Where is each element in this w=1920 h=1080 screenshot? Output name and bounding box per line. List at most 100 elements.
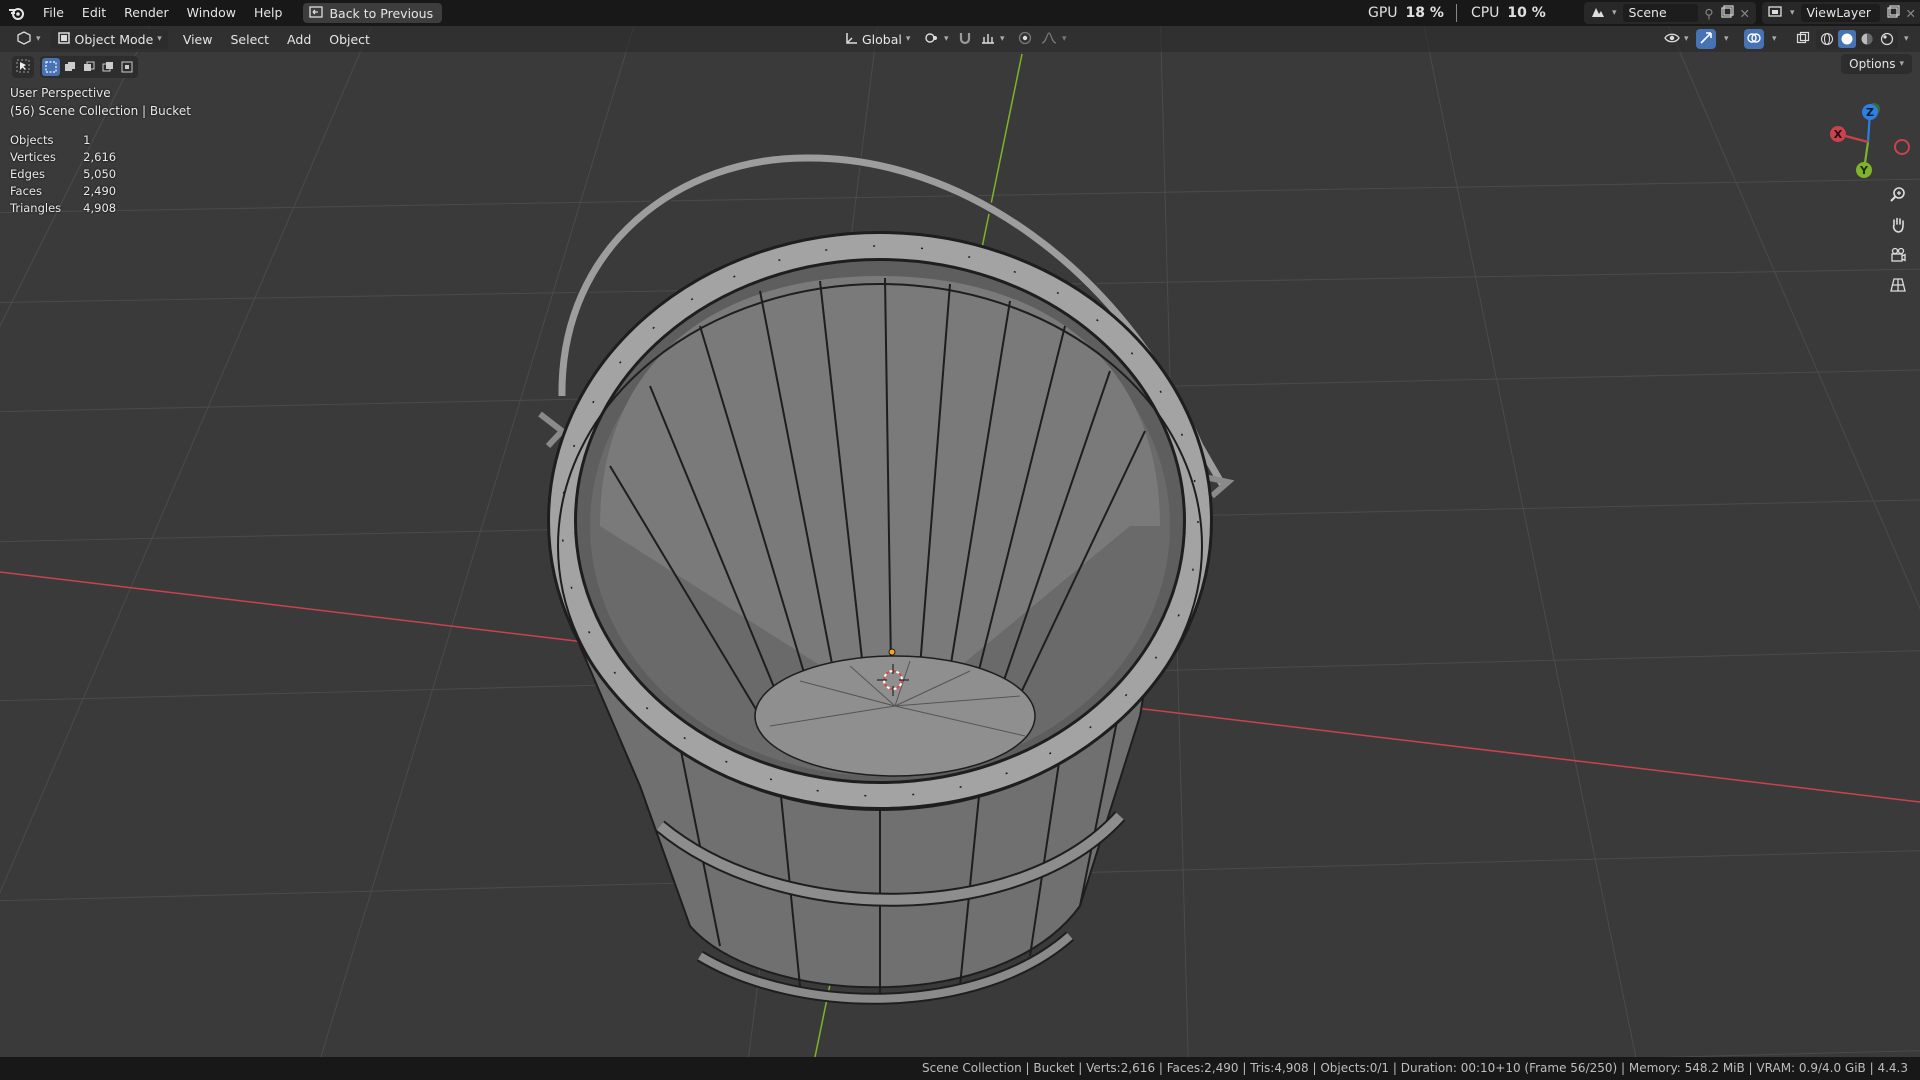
- chevron-down-icon: ▾: [944, 34, 949, 44]
- camera-view-tool[interactable]: [1884, 242, 1912, 270]
- shading-options-dropdown[interactable]: ▾: [1898, 29, 1915, 49]
- chevron-down-icon: ▾: [1684, 34, 1689, 44]
- scene-name-field[interactable]: Scene: [1622, 4, 1699, 22]
- cpu-label: CPU: [1470, 5, 1500, 21]
- select-invert-icon[interactable]: [99, 58, 117, 76]
- select-tool-button[interactable]: [12, 56, 34, 78]
- object-mode-dropdown[interactable]: Object Mode ▾: [50, 29, 168, 49]
- editor-type-button[interactable]: ▾: [10, 29, 47, 49]
- menu-view[interactable]: View: [174, 32, 222, 47]
- viewport-scene[interactable]: [0, 26, 1920, 1057]
- stat-value: 5,050: [83, 167, 117, 181]
- gizmo-x-axis[interactable]: X: [1830, 126, 1846, 142]
- stat-row: Edges 5,050: [10, 166, 116, 183]
- select-subtract-icon[interactable]: [80, 58, 98, 76]
- snap-increment-icon: [980, 31, 996, 48]
- snap-target-dropdown[interactable]: ▾: [974, 29, 1011, 49]
- xray-icon: [1796, 31, 1810, 48]
- back-to-previous-button[interactable]: Back to Previous: [303, 3, 443, 23]
- menu-edit[interactable]: Edit: [73, 0, 115, 26]
- scene-selector[interactable]: ▾ Scene ⚲ ✕: [1584, 2, 1756, 24]
- select-intersect-icon[interactable]: [118, 58, 136, 76]
- chevron-down-icon: ▾: [1904, 34, 1909, 44]
- magnet-icon: [958, 31, 972, 48]
- stat-value: 1: [83, 133, 91, 147]
- new-scene-icon[interactable]: [1720, 4, 1734, 22]
- solid-shading-icon[interactable]: [1838, 30, 1856, 48]
- xray-toggle[interactable]: [1790, 29, 1816, 49]
- blender-logo-icon[interactable]: [0, 0, 34, 26]
- chevron-down-icon: ▾: [1899, 59, 1904, 69]
- falloff-dropdown[interactable]: ▾: [1034, 29, 1073, 49]
- rendered-shading-icon[interactable]: [1878, 32, 1896, 46]
- zoom-tool[interactable]: [1884, 182, 1912, 210]
- stat-value: 2,616: [83, 150, 117, 164]
- hand-icon: [1889, 216, 1907, 237]
- gizmo-z-axis[interactable]: Z: [1862, 104, 1878, 120]
- proportional-edit-icon: [1018, 31, 1032, 48]
- collection-label: (56) Scene Collection | Bucket: [10, 104, 191, 118]
- gpu-label: GPU: [1368, 5, 1398, 21]
- overlays-toggle[interactable]: [1744, 29, 1764, 49]
- perspective-toggle-tool[interactable]: [1884, 272, 1912, 300]
- delete-view-layer-icon[interactable]: ✕: [1906, 6, 1916, 21]
- shading-mode-group: [1816, 29, 1898, 49]
- stat-label: Edges: [10, 167, 45, 181]
- stat-value: 2,490: [83, 184, 117, 198]
- tool-settings-row: [12, 56, 138, 78]
- chevron-down-icon: ▾: [1772, 34, 1777, 44]
- select-new-icon[interactable]: [42, 58, 60, 76]
- menu-select[interactable]: Select: [221, 32, 278, 47]
- wireframe-shading-icon[interactable]: [1818, 32, 1836, 46]
- options-dropdown[interactable]: Options ▾: [1841, 54, 1912, 74]
- chevron-down-icon: ▾: [1724, 34, 1729, 44]
- perf-divider: [1455, 4, 1457, 22]
- object-mode-icon: [57, 31, 71, 48]
- menu-render[interactable]: Render: [115, 0, 178, 26]
- scene-statistics: Objects 1 Vertices 2,616 Edges 5,050 Faces 2…: [10, 132, 116, 217]
- menu-add[interactable]: Add: [278, 32, 320, 47]
- view-layer-name-field[interactable]: ViewLayer: [1800, 4, 1880, 22]
- object-visibility-dropdown[interactable]: ▾: [1658, 29, 1695, 49]
- delete-scene-icon[interactable]: ✕: [1740, 6, 1750, 21]
- cpu-value: 10 %: [1507, 5, 1546, 21]
- menu-window[interactable]: Window: [178, 0, 245, 26]
- pivot-point-dropdown[interactable]: ▾: [918, 29, 955, 49]
- bucket-mesh: [547, 231, 1213, 1005]
- overlays-dropdown[interactable]: ▾: [1766, 29, 1783, 49]
- gizmos-dropdown[interactable]: ▾: [1718, 29, 1735, 49]
- 3d-viewport[interactable]: ▾ Object Mode ▾ View Select Add Object G…: [0, 26, 1920, 1057]
- status-bar: Scene Collection | Bucket | Verts:2,616 …: [0, 1057, 1920, 1080]
- 3d-viewport-icon: [16, 30, 32, 48]
- pin-icon[interactable]: ⚲: [1704, 6, 1713, 21]
- orientation-label: Global: [862, 31, 902, 47]
- status-bar-text: Scene Collection | Bucket | Verts:2,616 …: [921, 1061, 1908, 1075]
- transform-orientation-dropdown[interactable]: Global ▾: [838, 29, 916, 49]
- eye-icon: [1664, 32, 1680, 47]
- new-view-layer-icon[interactable]: [1886, 4, 1900, 22]
- select-extend-icon[interactable]: [61, 58, 79, 76]
- back-to-previous-label: Back to Previous: [329, 5, 434, 21]
- options-label: Options: [1849, 57, 1896, 71]
- object-origin-dot: [888, 648, 896, 656]
- navigation-gizmo[interactable]: Z Y X: [1818, 92, 1918, 192]
- perspective-label: User Perspective: [10, 86, 111, 100]
- material-shading-icon[interactable]: [1858, 32, 1876, 46]
- viewport-header: ▾ Object Mode ▾ View Select Add Object G…: [0, 26, 1920, 52]
- view-layer-selector[interactable]: ▾ ViewLayer ✕: [1762, 2, 1920, 24]
- grid-perspective-icon: [1889, 276, 1907, 297]
- chevron-down-icon: ▾: [1790, 8, 1795, 18]
- menu-file[interactable]: File: [34, 0, 73, 26]
- gizmo-y-axis[interactable]: Y: [1856, 162, 1872, 178]
- menu-object[interactable]: Object: [320, 32, 379, 47]
- overlays-icon: [1747, 31, 1761, 48]
- chevron-down-icon: ▾: [1062, 34, 1067, 44]
- gizmos-toggle[interactable]: [1696, 29, 1716, 49]
- gizmo-negative-x[interactable]: [1894, 139, 1910, 155]
- gizmo-arrow-icon: [1699, 31, 1713, 48]
- menu-help[interactable]: Help: [245, 0, 292, 26]
- view-layer-icon: [1768, 5, 1784, 22]
- falloff-curve-icon: [1040, 31, 1058, 48]
- gizmo-y-label: Y: [1859, 164, 1869, 177]
- pan-tool[interactable]: [1884, 212, 1912, 240]
